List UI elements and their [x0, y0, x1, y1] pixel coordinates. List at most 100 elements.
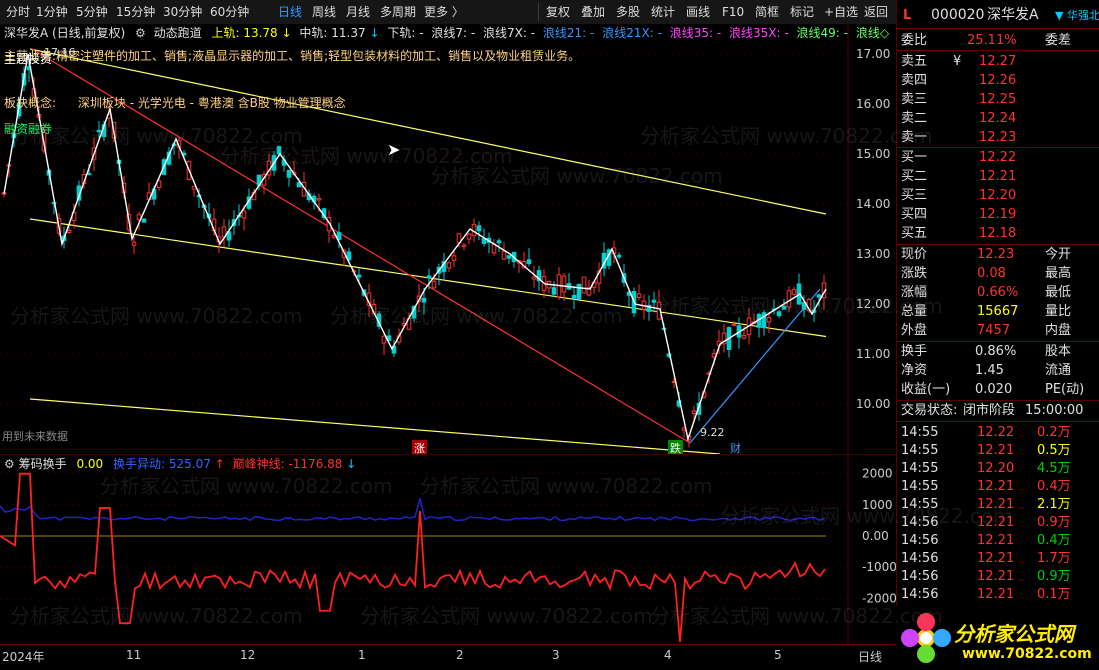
stat-label: 净资: [901, 363, 928, 378]
order-book-row: 卖一 12.23: [897, 128, 1099, 147]
more-menu[interactable]: 更多 〉: [424, 4, 464, 20]
arrow-down-icon: ↓: [346, 457, 357, 471]
candle-body: [791, 288, 797, 295]
candle-body: [466, 233, 472, 240]
overlay-button[interactable]: 叠加: [581, 4, 605, 20]
tick-row: 14:56 12.21 1.7万: [897, 549, 1099, 568]
simple-frame-button[interactable]: 简框: [755, 4, 779, 20]
tick-price: 12.21: [977, 533, 1015, 548]
period-1min[interactable]: 1分钟: [36, 4, 68, 20]
multi-stock-button[interactable]: 多股: [616, 4, 640, 20]
dropdown-icon[interactable]: ▼: [1055, 6, 1063, 25]
mark-button[interactable]: 标记: [790, 4, 814, 20]
draw-line-button[interactable]: 画线: [686, 4, 710, 20]
weicha-label: 委差: [1045, 33, 1072, 48]
tick-volume: 0.4万: [1037, 479, 1071, 494]
period-30min[interactable]: 30分钟: [163, 4, 202, 20]
period-5min[interactable]: 5分钟: [76, 4, 108, 20]
candle-body: [496, 240, 502, 244]
wave7-label: 浪线7: -: [431, 26, 476, 40]
wave-diamond-label: 浪线◇: [855, 26, 890, 40]
candle-body: [776, 311, 782, 317]
y-tick-label: 14.00: [856, 197, 890, 211]
stat-label: 换手: [901, 344, 928, 359]
f10-button[interactable]: F10: [722, 4, 744, 20]
stat-label: 内盘: [1045, 323, 1072, 338]
tick-row: 14:55 12.22 0.2万: [897, 423, 1099, 442]
tick-volume: 0.4万: [1037, 533, 1071, 548]
candle-body: [141, 218, 147, 223]
stats-button[interactable]: 统计: [651, 4, 675, 20]
tick-price: 12.21: [977, 515, 1015, 530]
trade-status-time: 15:00:00: [1025, 403, 1084, 418]
candle-body: [766, 317, 772, 323]
high-price-label: 17.16: [44, 46, 76, 59]
tick-price: 12.21: [977, 587, 1015, 602]
fuquan-button[interactable]: 复权: [546, 4, 570, 20]
stat-value: 0.86%: [975, 344, 1017, 359]
wave7x-label: 浪线7X: -: [483, 26, 536, 40]
candle-body: [316, 198, 322, 201]
order-book-row: 买五 12.18: [897, 224, 1099, 243]
tick-row: 14:55 12.21 2.1万: [897, 495, 1099, 514]
kline-canvas[interactable]: 17.00 16.00 15.00 14.00 13.00 12.00 11.00 10.00: [0, 24, 896, 454]
y-tick-label: 16.00: [856, 97, 890, 111]
quote-stat-row: 换手 0.86% 股本: [897, 342, 1099, 361]
candle-body: [616, 254, 622, 258]
chart-stock-title: 深华发A (日线,前复权): [4, 26, 126, 40]
y-tick-label: 15.00: [856, 147, 890, 161]
tick-row: 14:56 12.21 0.9万: [897, 513, 1099, 532]
candle-body: [421, 297, 427, 303]
order-level-label: 卖一: [901, 130, 928, 145]
period-15min[interactable]: 15分钟: [116, 4, 155, 20]
order-book-row: 买二 12.21: [897, 167, 1099, 186]
period-weekly[interactable]: 周线: [312, 4, 336, 20]
candle-body: [356, 274, 362, 278]
period-fenshi[interactable]: 分时: [6, 4, 30, 20]
chart-settings-icon[interactable]: ⚙: [135, 26, 146, 40]
arrow-down-icon: ↓: [281, 26, 292, 40]
stat-label: 涨幅: [901, 285, 928, 300]
period-label[interactable]: 日线: [858, 648, 882, 665]
indicator-canvas[interactable]: 2000 1000 0.00 -1000 -2000: [0, 455, 896, 645]
candle-body: [451, 255, 457, 261]
period-60min[interactable]: 60分钟: [210, 4, 249, 20]
y-tick-label: 13.00: [856, 247, 890, 261]
logo-url: www.70822.com: [962, 646, 1092, 662]
sub-indicator-name[interactable]: 筹码换手: [19, 457, 67, 471]
mouse-cursor-icon: ➤: [387, 140, 401, 159]
back-button[interactable]: 返回: [864, 4, 888, 20]
candle-body: [636, 293, 642, 298]
toolbar-divider: [538, 3, 539, 21]
stat-label: 量比: [1045, 304, 1072, 319]
x-tick-label: 2024年: [2, 650, 45, 664]
stock-header: L 000020 深华发A ▼ 华强北: [897, 6, 1099, 26]
candle-body: [691, 410, 697, 415]
weibi-row: 委比 25.11% 委差: [897, 31, 1099, 50]
x-tick-label: 4: [664, 648, 672, 662]
order-level-label: 买一: [901, 150, 928, 165]
candle-body: [476, 225, 482, 232]
trade-status-value: 闭市阶段: [963, 403, 1016, 418]
indicator-name[interactable]: 动态跑道: [154, 26, 202, 40]
x-tick-label: 1: [358, 648, 366, 662]
candle-body: [561, 275, 567, 293]
order-price: 12.24: [979, 111, 1017, 126]
multi-period[interactable]: 多周期: [380, 4, 416, 20]
indicator-chart[interactable]: 2000 1000 0.00 -1000 -2000 ⚙ 筹码换手 0.00 换手异动:…: [0, 454, 896, 645]
stat-label: 股本: [1045, 344, 1072, 359]
period-daily[interactable]: 日线: [278, 4, 302, 20]
tick-row: 14:55 12.21 0.5万: [897, 441, 1099, 460]
period-monthly[interactable]: 月线: [346, 4, 370, 20]
weibi-label: 委比: [901, 33, 928, 48]
tick-volume: 2.1万: [1037, 497, 1071, 512]
add-watchlist-button[interactable]: +自选: [824, 4, 858, 20]
order-price: 12.22: [979, 150, 1017, 165]
kline-chart[interactable]: 17.00 16.00 15.00 14.00 13.00 12.00 11.00 10.00…: [0, 24, 896, 456]
order-price: 12.26: [979, 73, 1017, 88]
order-price: 12.20: [979, 188, 1017, 203]
candle-body: [731, 323, 737, 326]
chart-header: 深华发A (日线,前复权) ⚙ 动态跑道 上轨: 13.78 ↓ 中轨: 11.…: [4, 24, 889, 42]
candle-body: [551, 287, 557, 295]
chart-settings-icon[interactable]: ⚙: [4, 457, 15, 471]
